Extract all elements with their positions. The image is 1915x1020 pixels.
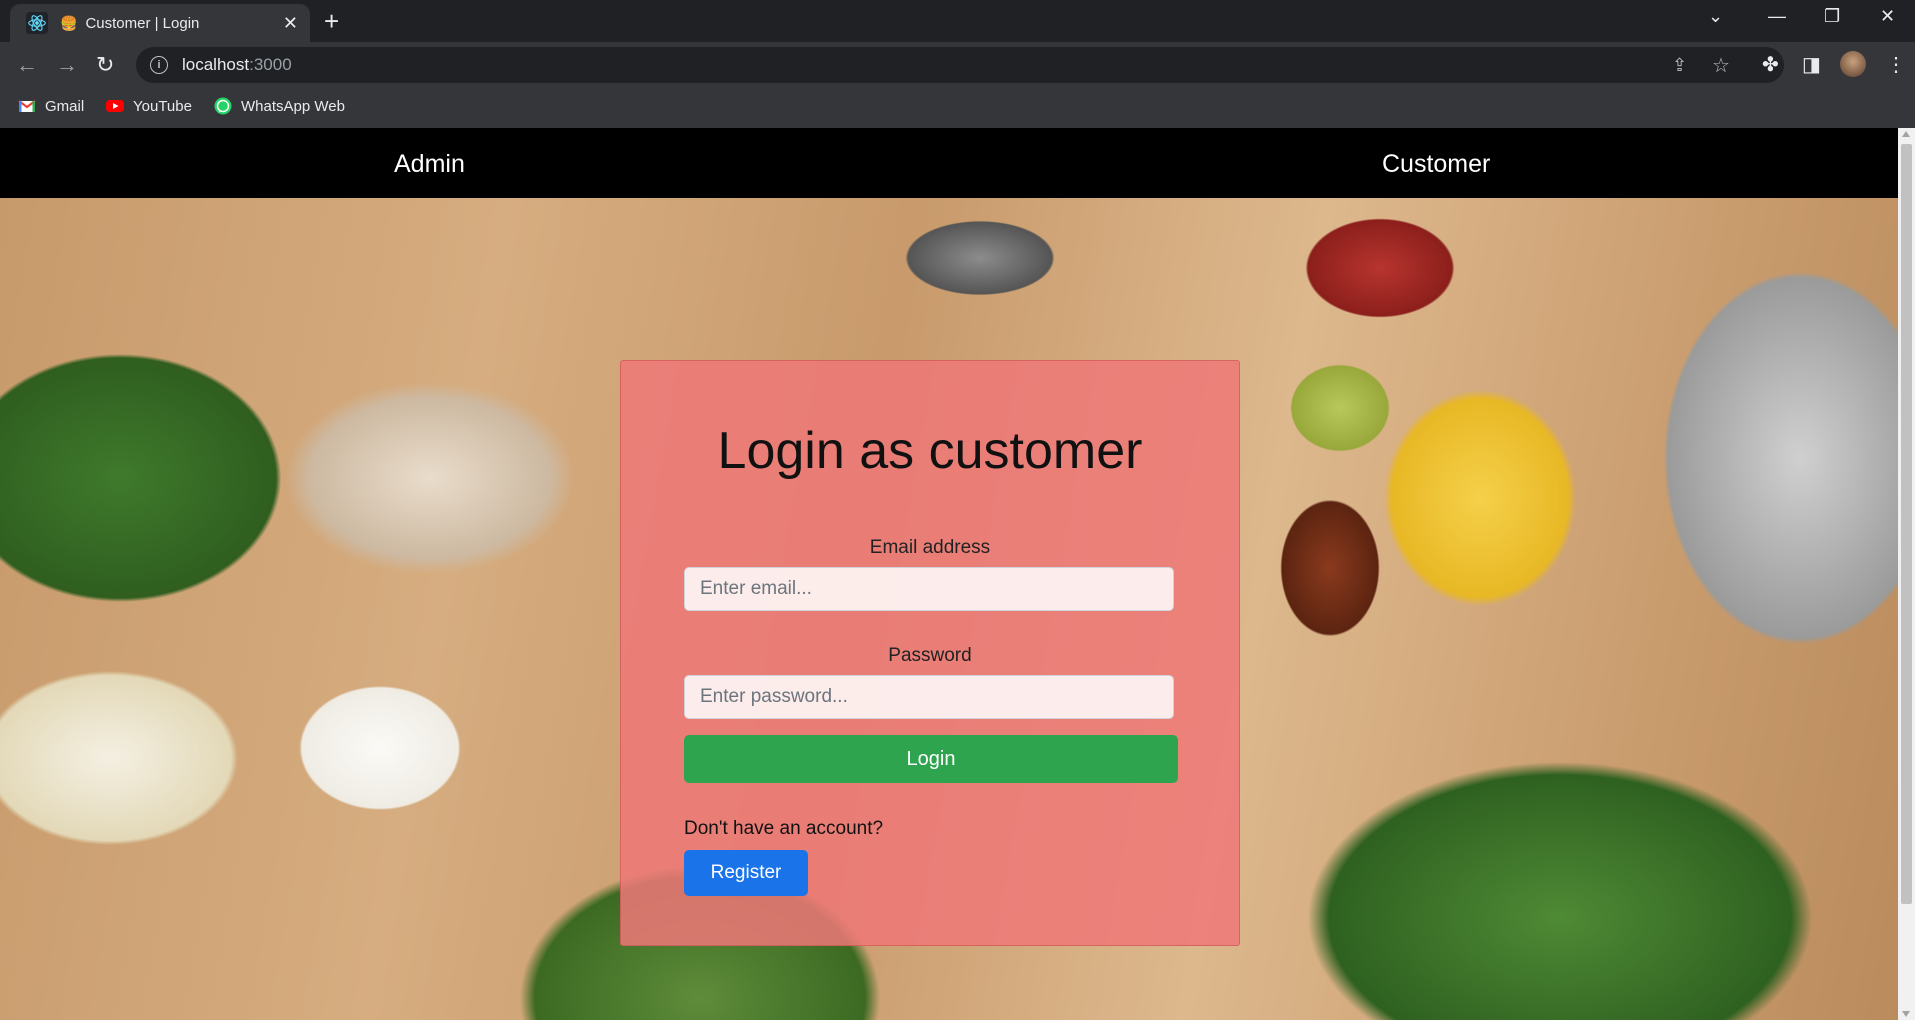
scroll-down-icon[interactable]: [1902, 1011, 1910, 1017]
tab-title: Customer | Login: [85, 14, 200, 32]
restore-icon[interactable]: ❐: [1824, 6, 1840, 27]
burger-emoji-icon: 🍔: [60, 14, 78, 31]
login-card: Login as customer Email address Password…: [620, 360, 1240, 946]
side-panel-icon[interactable]: ◨: [1802, 52, 1821, 77]
new-tab-icon[interactable]: +: [324, 6, 339, 37]
close-window-icon[interactable]: ✕: [1880, 6, 1895, 27]
no-account-text: Don't have an account?: [684, 818, 884, 839]
back-icon[interactable]: ←: [16, 52, 38, 78]
reload-icon[interactable]: ↻: [96, 52, 114, 78]
bookmark-label: WhatsApp Web: [241, 97, 345, 115]
close-tab-icon[interactable]: ✕: [283, 13, 298, 34]
forward-icon[interactable]: →: [56, 52, 78, 78]
background-kitchen-image: Login as customer Email address Password…: [0, 198, 1898, 1020]
bookmark-whatsapp[interactable]: WhatsApp Web: [214, 97, 345, 115]
react-icon: [26, 12, 48, 34]
scroll-up-icon[interactable]: [1902, 131, 1910, 137]
register-button[interactable]: Register: [684, 850, 808, 896]
password-label: Password: [888, 645, 972, 666]
share-icon[interactable]: ⇪: [1672, 55, 1687, 76]
menu-dots-icon[interactable]: ⋮: [1886, 52, 1906, 77]
nav-customer-link[interactable]: Customer: [1382, 150, 1490, 179]
nav-admin-link[interactable]: Admin: [394, 150, 465, 179]
top-navbar: Admin Customer: [0, 128, 1898, 198]
page-scrollbar[interactable]: [1898, 128, 1915, 1020]
bookmark-label: Gmail: [45, 97, 85, 115]
extensions-icon[interactable]: ✤: [1762, 52, 1779, 77]
bookmark-star-icon[interactable]: ☆: [1712, 53, 1730, 78]
bookmarks-bar: Gmail YouTube WhatsApp Web: [0, 88, 1915, 129]
scrollbar-thumb[interactable]: [1901, 144, 1912, 904]
minimize-icon[interactable]: —: [1768, 6, 1786, 27]
bookmark-gmail[interactable]: Gmail: [18, 97, 84, 115]
youtube-icon: [106, 100, 124, 112]
bookmark-youtube[interactable]: YouTube: [106, 97, 192, 115]
url-text: localhost:3000: [182, 55, 292, 74]
gmail-icon: [18, 100, 36, 112]
browser-tabstrip: 🍔 Customer | Login ✕ + ⌄ — ❐ ✕: [0, 0, 1915, 42]
email-field[interactable]: [684, 567, 1174, 611]
address-bar[interactable]: i localhost:3000 ⇪ ☆: [136, 47, 1784, 83]
email-label: Email address: [869, 537, 991, 558]
whatsapp-icon: [214, 97, 232, 115]
page-viewport: Admin Customer Login as customer Email a…: [0, 128, 1898, 1020]
login-button[interactable]: Login: [684, 735, 1178, 783]
tab-search-icon[interactable]: ⌄: [1708, 6, 1723, 27]
browser-tab[interactable]: 🍔 Customer | Login ✕: [10, 4, 310, 42]
login-heading: Login as customer: [717, 422, 1143, 480]
bookmark-label: YouTube: [133, 97, 192, 115]
site-info-icon[interactable]: i: [150, 56, 168, 74]
password-field[interactable]: [684, 675, 1174, 719]
profile-avatar[interactable]: [1840, 51, 1866, 77]
browser-toolbar: ← → ↻ i localhost:3000 ⇪ ☆ ✤ ◨ ⋮: [0, 42, 1915, 88]
